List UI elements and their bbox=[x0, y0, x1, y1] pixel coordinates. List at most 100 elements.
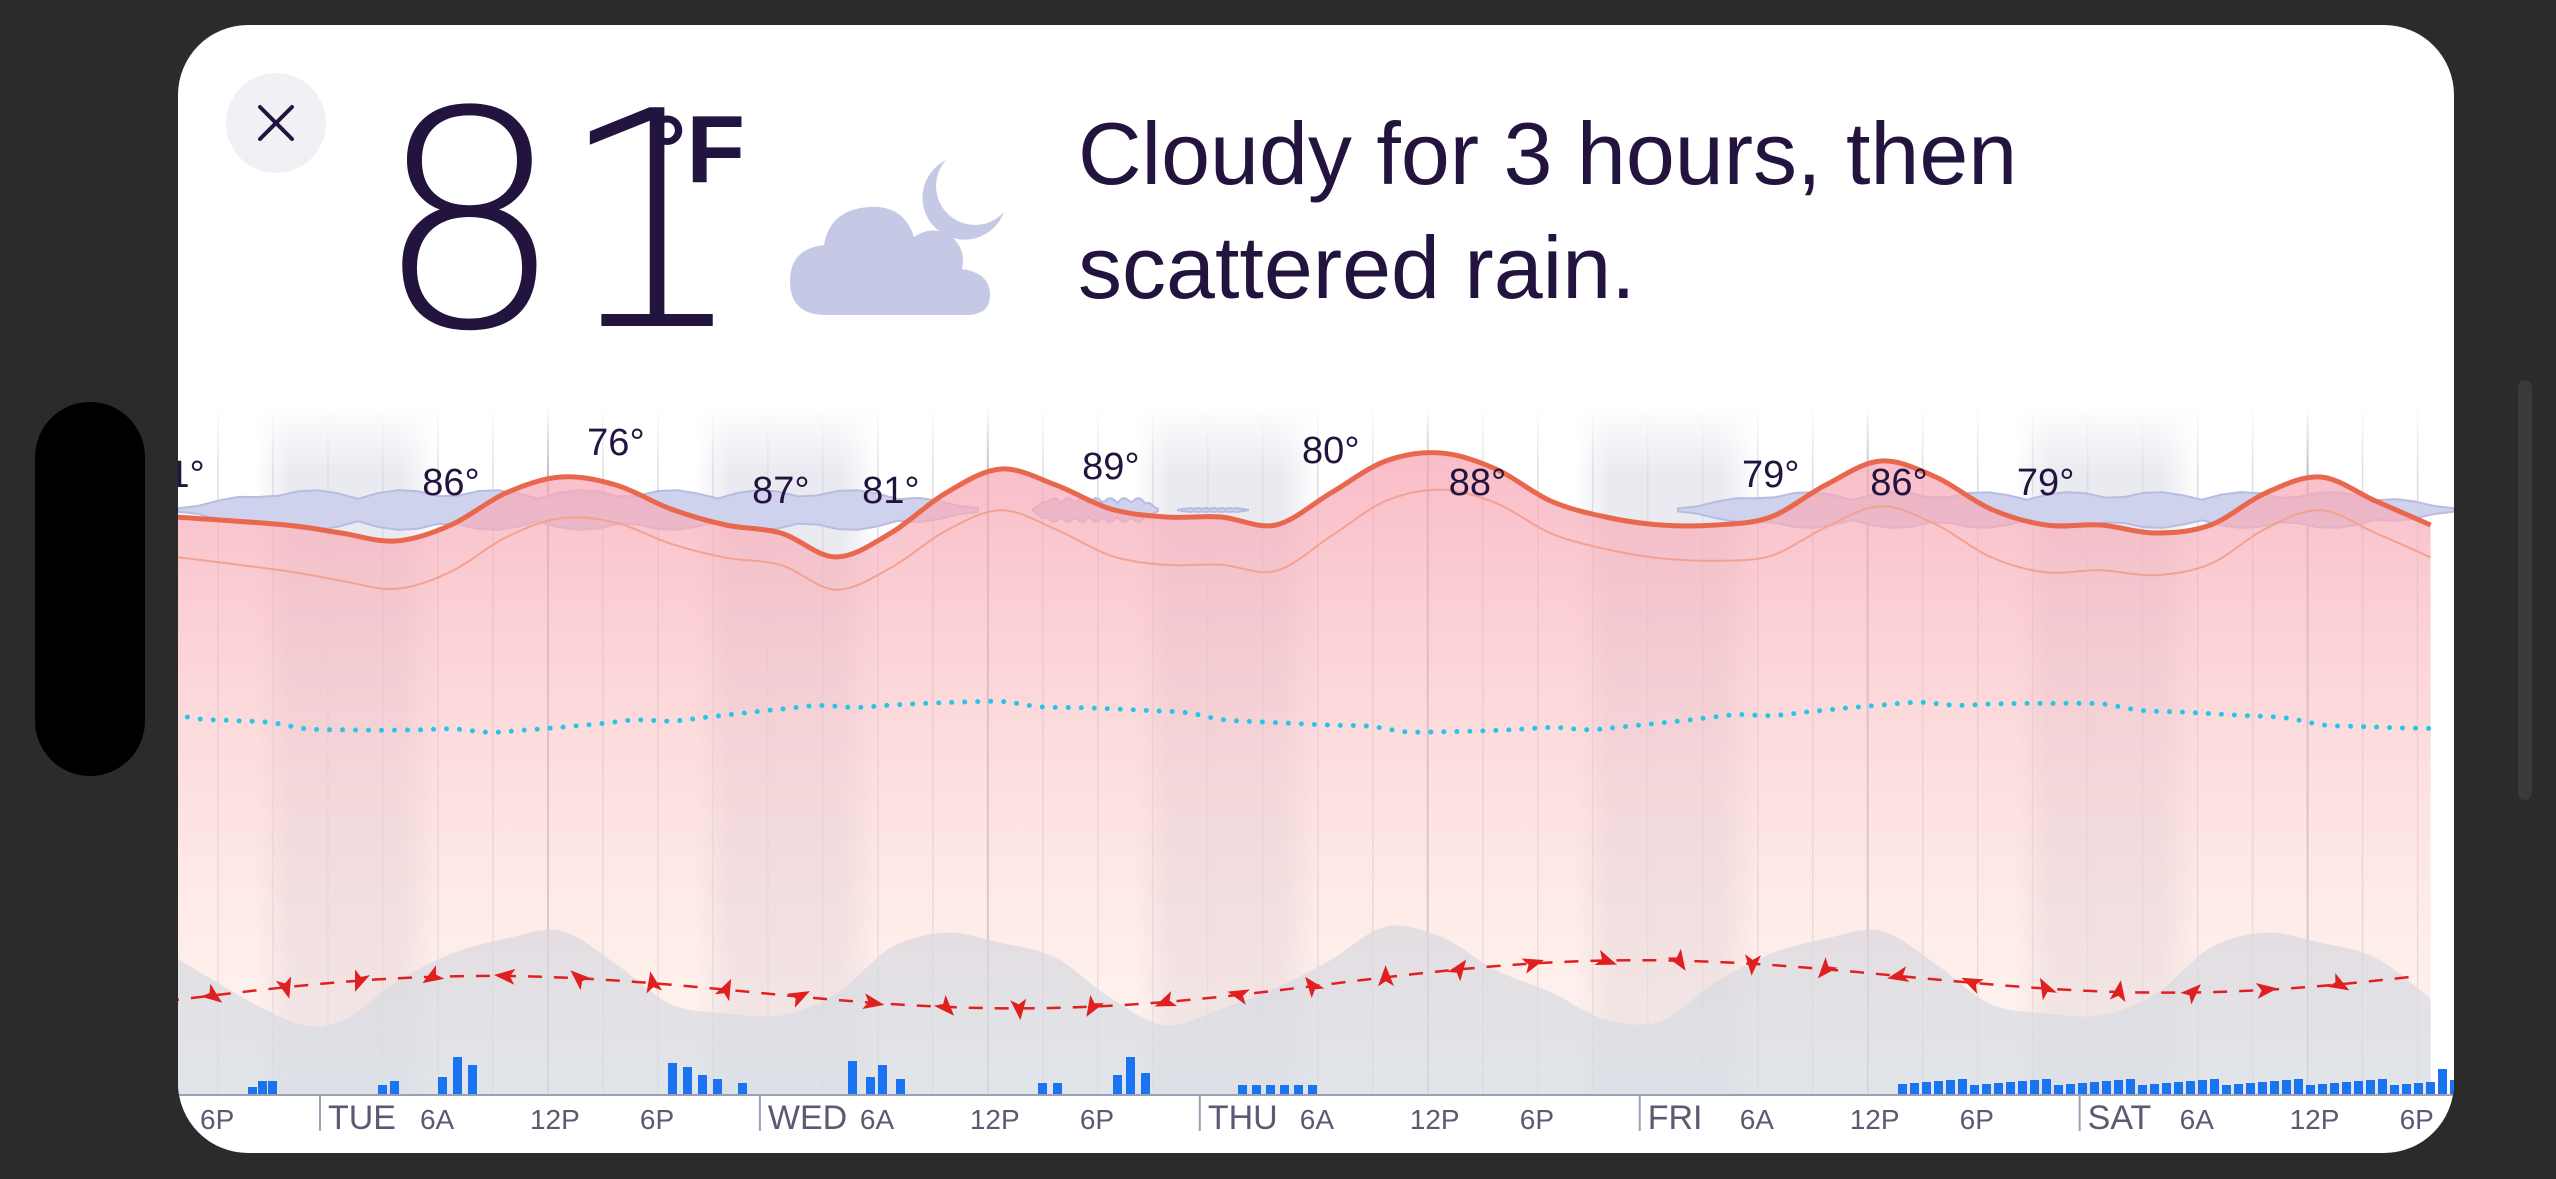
precip-bar bbox=[378, 1085, 387, 1095]
day-label: THU bbox=[1208, 1099, 1278, 1137]
precip-bar bbox=[738, 1083, 747, 1095]
precip-bar bbox=[1280, 1085, 1289, 1095]
precip-bar bbox=[2294, 1079, 2303, 1095]
precip-bar bbox=[438, 1077, 447, 1095]
precip-bar bbox=[2258, 1082, 2267, 1095]
time-label: 12P bbox=[1850, 1104, 1900, 1135]
precip-bar bbox=[248, 1087, 257, 1095]
precip-bar bbox=[1898, 1084, 1907, 1095]
precip-bar bbox=[268, 1081, 277, 1095]
precip-bar bbox=[2354, 1081, 2363, 1095]
precip-bar bbox=[1934, 1081, 1943, 1095]
precip-bar bbox=[1053, 1083, 1062, 1095]
precip-bar bbox=[2174, 1082, 2183, 1095]
time-label: 6A bbox=[1300, 1104, 1335, 1135]
precip-bar bbox=[896, 1079, 905, 1095]
precip-bar bbox=[2186, 1081, 2195, 1095]
precip-bar bbox=[2018, 1081, 2027, 1095]
precip-bar bbox=[2054, 1085, 2063, 1095]
precip-bar bbox=[1113, 1075, 1122, 1095]
precip-bar bbox=[2306, 1085, 2315, 1095]
precip-bar bbox=[258, 1081, 267, 1095]
temp-label: 81° bbox=[862, 470, 919, 512]
temp-label: 79° bbox=[2017, 462, 2074, 504]
precip-bar bbox=[1266, 1085, 1275, 1095]
precip-bar bbox=[713, 1079, 722, 1095]
precip-bar bbox=[2042, 1079, 2051, 1095]
time-label: 6P bbox=[2400, 1104, 2434, 1135]
time-label: 12P bbox=[970, 1104, 1020, 1135]
temp-label: 87° bbox=[752, 470, 809, 512]
precip-bar bbox=[1958, 1079, 1967, 1095]
temp-label: 80° bbox=[1302, 430, 1359, 472]
precip-bar bbox=[2102, 1081, 2111, 1095]
precip-bar bbox=[2162, 1083, 2171, 1095]
precip-bar bbox=[2342, 1082, 2351, 1095]
precip-bar bbox=[698, 1075, 707, 1095]
scroll-indicator[interactable] bbox=[2518, 380, 2532, 800]
time-label: 6P bbox=[1520, 1104, 1554, 1135]
day-label: TUE bbox=[328, 1099, 396, 1137]
precip-bar bbox=[2366, 1080, 2375, 1095]
precip-bar bbox=[1994, 1083, 2003, 1095]
temperature-unit: °F bbox=[648, 96, 746, 203]
precip-bar bbox=[2114, 1080, 2123, 1095]
temp-label: 76° bbox=[587, 422, 644, 464]
precip-bar bbox=[1038, 1083, 1047, 1095]
precip-bar bbox=[866, 1077, 875, 1095]
precip-bar bbox=[2090, 1082, 2099, 1095]
temp-label: 79° bbox=[1742, 454, 1799, 496]
precip-bar bbox=[2330, 1083, 2339, 1095]
precip-bar bbox=[2282, 1080, 2291, 1095]
temp-label: 89° bbox=[1082, 446, 1139, 488]
time-label: 6A bbox=[860, 1104, 895, 1135]
precip-bar bbox=[2006, 1082, 2015, 1095]
precip-bar bbox=[1922, 1082, 1931, 1095]
time-label: 12P bbox=[2290, 1104, 2340, 1135]
precip-bar bbox=[2414, 1083, 2423, 1095]
close-button[interactable] bbox=[226, 73, 326, 173]
day-label: SAT bbox=[2088, 1099, 2152, 1137]
precip-bar bbox=[668, 1063, 677, 1095]
cloud-band bbox=[1177, 506, 1249, 514]
time-label: 12P bbox=[1410, 1104, 1460, 1135]
precip-bar bbox=[453, 1057, 462, 1095]
precip-bar bbox=[1126, 1057, 1135, 1095]
precip-bar bbox=[1946, 1080, 1955, 1095]
precip-bar bbox=[1308, 1085, 1317, 1095]
time-label: 6P bbox=[640, 1104, 674, 1135]
precip-bar bbox=[2426, 1082, 2435, 1095]
precip-bar bbox=[1970, 1085, 1979, 1095]
precip-bar bbox=[1141, 1073, 1150, 1095]
hourly-forecast-chart[interactable]: 81°86°76°87°81°89°80°88°79°86°79° 6PTUE6… bbox=[178, 405, 2454, 1145]
precip-bar bbox=[2210, 1079, 2219, 1095]
precip-bar bbox=[2066, 1084, 2075, 1095]
temp-label: 81° bbox=[178, 454, 205, 496]
precip-bar bbox=[2234, 1084, 2243, 1095]
forecast-summary: Cloudy for 3 hours, then scattered rain. bbox=[1078, 104, 2018, 317]
partly-cloudy-night-icon bbox=[790, 160, 1004, 315]
precip-bar bbox=[878, 1065, 887, 1095]
precip-bar bbox=[2126, 1079, 2135, 1095]
precip-bar bbox=[1252, 1085, 1261, 1095]
temp-label: 86° bbox=[1870, 462, 1927, 504]
time-label: 6A bbox=[2180, 1104, 2215, 1135]
precip-bar bbox=[2078, 1083, 2087, 1095]
precip-bar bbox=[1294, 1085, 1303, 1095]
time-label: 6A bbox=[1740, 1104, 1775, 1135]
day-label: FRI bbox=[1648, 1099, 1703, 1137]
precip-bar bbox=[2450, 1080, 2454, 1095]
time-label: 12P bbox=[530, 1104, 580, 1135]
precip-bar bbox=[683, 1067, 692, 1095]
time-label: 6P bbox=[200, 1104, 234, 1135]
precip-bar bbox=[2402, 1084, 2411, 1095]
forecast-card: 81 °F Cloudy for 3 hours, then scattered… bbox=[178, 25, 2454, 1153]
time-label: 6P bbox=[1080, 1104, 1114, 1135]
close-icon bbox=[258, 105, 294, 141]
precip-bar bbox=[2390, 1085, 2399, 1095]
precip-bar bbox=[1982, 1084, 1991, 1095]
precip-bar bbox=[2270, 1081, 2279, 1095]
precip-bar bbox=[2378, 1079, 2387, 1095]
temperature-area bbox=[178, 452, 2431, 1095]
precip-bar bbox=[1910, 1083, 1919, 1095]
